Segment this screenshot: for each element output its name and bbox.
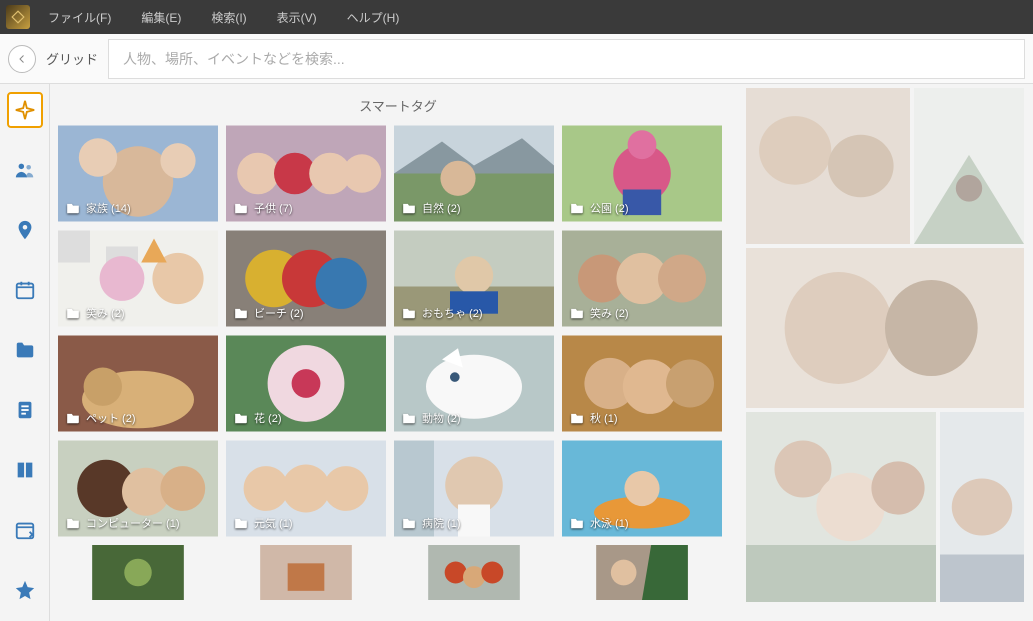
tag-caption: 笑み (2) [570, 305, 629, 321]
nav-calendar-icon[interactable] [7, 272, 43, 308]
smart-tag-tile[interactable]: 自然 (2) [394, 125, 554, 222]
tag-caption: 花 (2) [234, 410, 282, 426]
smart-tag-tile[interactable]: ビーチ (2) [226, 230, 386, 327]
tag-label: 子供 (7) [254, 200, 293, 216]
tag-icon [234, 307, 248, 319]
smart-tag-tile[interactable]: 花 (2) [226, 335, 386, 432]
tag-caption: おもちゃ (2) [402, 305, 483, 321]
search-input[interactable] [108, 39, 1025, 79]
nav-book-icon[interactable] [7, 452, 43, 488]
tag-caption: 公園 (2) [570, 200, 629, 216]
tag-icon [234, 412, 248, 424]
nav-places-icon[interactable] [7, 212, 43, 248]
menu-search[interactable]: 検索(I) [199, 5, 258, 30]
tag-caption: 病院 (1) [402, 515, 461, 531]
tag-label: おもちゃ (2) [422, 305, 483, 321]
smart-tag-tile[interactable]: 家族 (14) [58, 125, 218, 222]
tag-label: コンピューター (1) [86, 515, 180, 531]
tag-label: ビーチ (2) [254, 305, 304, 321]
tag-caption: ビーチ (2) [234, 305, 304, 321]
tag-icon [402, 412, 416, 424]
tag-label: 自然 (2) [422, 200, 461, 216]
nav-import-icon[interactable] [7, 512, 43, 548]
view-mode-label: グリッド [46, 49, 98, 68]
tag-label: 水泳 (1) [590, 515, 629, 531]
tag-icon [66, 202, 80, 214]
nav-folder-icon[interactable] [7, 332, 43, 368]
tag-label: 家族 (14) [86, 200, 131, 216]
smart-tag-tile[interactable]: 公園 (2) [562, 125, 722, 222]
tag-icon [66, 517, 80, 529]
menubar: ファイル(F) 編集(E) 検索(I) 表示(V) ヘルプ(H) [0, 0, 1033, 34]
nav-document-icon[interactable] [7, 392, 43, 428]
tag-icon [570, 307, 584, 319]
panel-title: スマートタグ [58, 84, 738, 125]
tag-label: 秋 (1) [590, 410, 618, 426]
tag-label: 動物 (2) [422, 410, 461, 426]
tag-icon [570, 202, 584, 214]
tag-icon [66, 307, 80, 319]
left-nav [0, 84, 50, 621]
smart-tag-tile[interactable]: 病院 (1) [394, 440, 554, 537]
smart-tag-tile[interactable]: 笑み (2) [58, 230, 218, 327]
tag-icon [570, 412, 584, 424]
menu-edit[interactable]: 編集(E) [129, 5, 193, 30]
nav-people-icon[interactable] [7, 152, 43, 188]
nav-star-icon[interactable] [7, 572, 43, 608]
tag-icon [402, 307, 416, 319]
tag-caption: 動物 (2) [402, 410, 461, 426]
smart-tag-tile[interactable]: おもちゃ (2) [394, 230, 554, 327]
tag-icon [66, 412, 80, 424]
tag-caption: 秋 (1) [570, 410, 618, 426]
smart-tag-tile[interactable] [58, 545, 218, 600]
preview-thumb[interactable] [746, 88, 910, 244]
tag-label: 笑み (2) [590, 305, 629, 321]
smart-tag-tile[interactable]: 動物 (2) [394, 335, 554, 432]
tag-caption: ペット (2) [66, 410, 136, 426]
search-row: グリッド [0, 34, 1033, 84]
nav-smart-tags-icon[interactable] [7, 92, 43, 128]
smart-tag-tile[interactable]: 笑み (2) [562, 230, 722, 327]
tag-caption: 自然 (2) [402, 200, 461, 216]
tag-caption: 家族 (14) [66, 200, 131, 216]
menu-view[interactable]: 表示(V) [265, 5, 329, 30]
tag-label: 笑み (2) [86, 305, 125, 321]
smart-tag-tile[interactable]: 秋 (1) [562, 335, 722, 432]
smart-tag-tile[interactable]: ペット (2) [58, 335, 218, 432]
smart-tag-tile[interactable]: 元気 (1) [226, 440, 386, 537]
back-button[interactable] [8, 45, 36, 73]
smart-tag-tile[interactable] [562, 545, 722, 600]
tag-caption: 水泳 (1) [570, 515, 629, 531]
smart-tag-tile[interactable]: コンピューター (1) [58, 440, 218, 537]
menu-help[interactable]: ヘルプ(H) [335, 5, 412, 30]
tag-label: 病院 (1) [422, 515, 461, 531]
tag-caption: 元気 (1) [234, 515, 293, 531]
preview-thumb[interactable] [746, 248, 1024, 408]
app-icon[interactable] [6, 5, 30, 29]
preview-thumb[interactable] [940, 412, 1024, 602]
tag-label: 元気 (1) [254, 515, 293, 531]
tag-label: 花 (2) [254, 410, 282, 426]
tag-icon [234, 202, 248, 214]
smart-tags-panel: スマートタグ 家族 (14) 子供 (7) 自然 (2) 公園 (2) 笑み (… [50, 84, 746, 621]
tag-caption: コンピューター (1) [66, 515, 180, 531]
tag-caption: 子供 (7) [234, 200, 293, 216]
tag-icon [402, 517, 416, 529]
tag-icon [402, 202, 416, 214]
tag-label: ペット (2) [86, 410, 136, 426]
smart-tag-tile[interactable] [226, 545, 386, 600]
tag-label: 公園 (2) [590, 200, 629, 216]
preview-area [746, 84, 1033, 621]
smart-tag-tile[interactable]: 水泳 (1) [562, 440, 722, 537]
menu-file[interactable]: ファイル(F) [36, 5, 123, 30]
tag-caption: 笑み (2) [66, 305, 125, 321]
tag-icon [234, 517, 248, 529]
smart-tag-tile[interactable] [394, 545, 554, 600]
preview-thumb[interactable] [746, 412, 936, 602]
tag-icon [570, 517, 584, 529]
preview-thumb[interactable] [914, 88, 1024, 244]
smart-tag-tile[interactable]: 子供 (7) [226, 125, 386, 222]
